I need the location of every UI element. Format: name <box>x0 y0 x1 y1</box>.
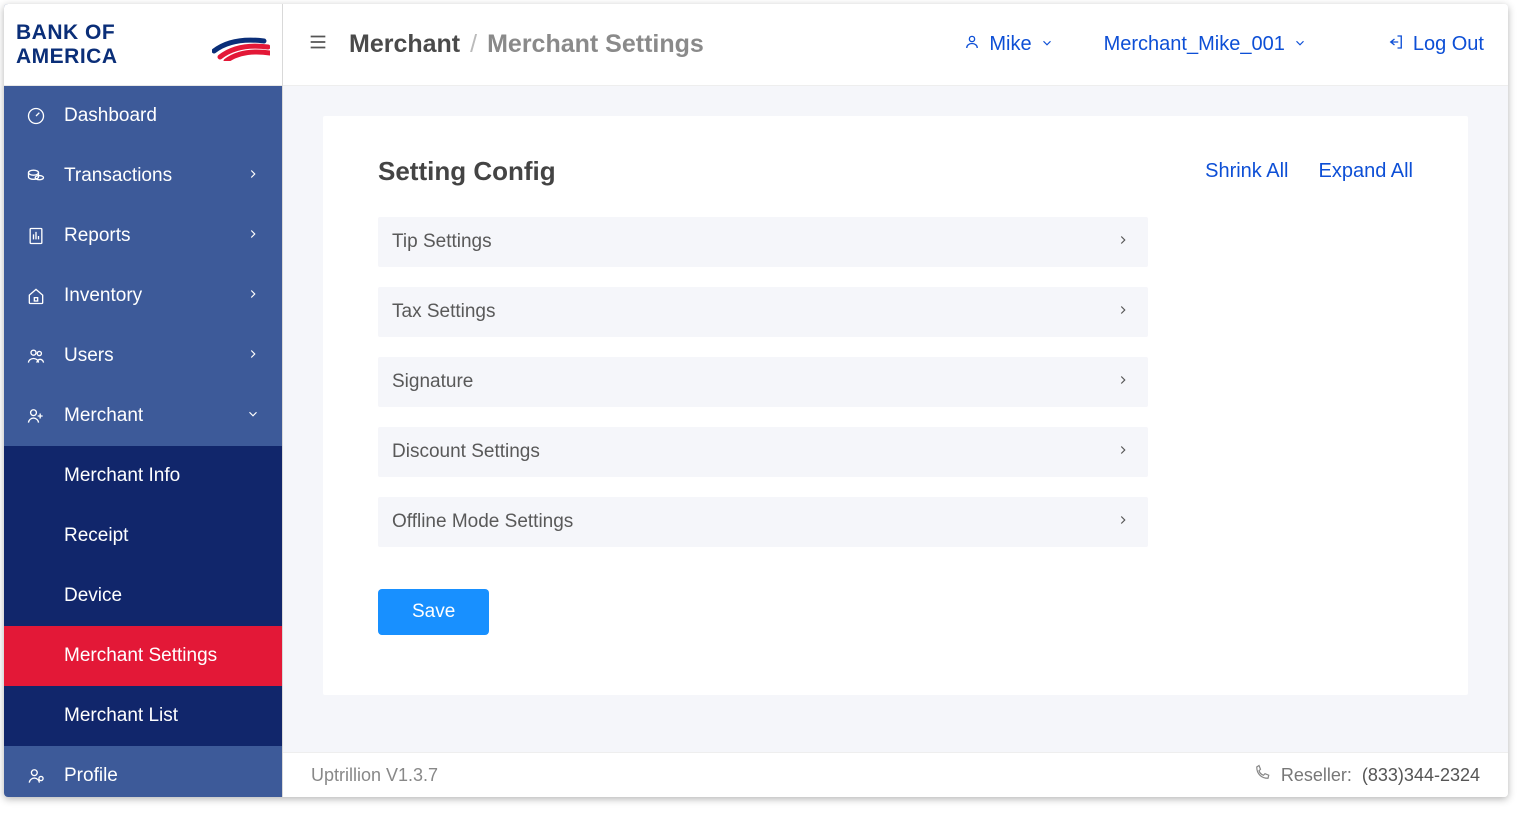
breadcrumb-root[interactable]: Merchant <box>349 30 460 59</box>
sidebar-subitem-label: Merchant List <box>64 705 178 727</box>
card-header: Setting Config Shrink All Expand All <box>378 156 1413 187</box>
sidebar-subitem-device[interactable]: Device <box>4 566 282 626</box>
breadcrumb-current: Merchant Settings <box>487 30 704 59</box>
app-root: BANK OF AMERICA Dashboard T <box>4 4 1508 797</box>
user-menu[interactable]: Mike <box>963 33 1053 57</box>
sidebar-subitem-receipt[interactable]: Receipt <box>4 506 282 566</box>
footer: Uptrillion V1.3.7 Reseller: (833)344-232… <box>283 752 1508 797</box>
sidebar-item-label: Merchant <box>64 405 228 427</box>
panel-offline-mode-settings[interactable]: Offline Mode Settings <box>378 497 1148 547</box>
expand-all-button[interactable]: Expand All <box>1318 160 1413 183</box>
sidebar-subitem-merchant-info[interactable]: Merchant Info <box>4 446 282 506</box>
brand-flag-icon <box>212 29 270 61</box>
panel-discount-settings[interactable]: Discount Settings <box>378 427 1148 477</box>
chevron-right-icon <box>246 225 260 247</box>
report-icon <box>26 226 46 246</box>
logout-link[interactable]: Log Out <box>1387 33 1484 57</box>
sidebar-item-label: Inventory <box>64 285 228 307</box>
chevron-down-icon <box>246 405 260 427</box>
menu-toggle-icon[interactable] <box>307 31 329 58</box>
chevron-down-icon <box>1040 33 1054 56</box>
chevron-down-icon <box>1293 33 1307 56</box>
sidebar-subitem-label: Merchant Info <box>64 465 180 487</box>
sidebar-item-transactions[interactable]: Transactions <box>4 146 282 206</box>
chevron-right-icon <box>1116 441 1130 463</box>
merchant-icon <box>26 406 46 426</box>
brand-logo: BANK OF AMERICA <box>4 4 282 86</box>
reseller-label: Reseller: <box>1281 765 1352 786</box>
sidebar-item-label: Transactions <box>64 165 228 187</box>
sidebar: BANK OF AMERICA Dashboard T <box>4 4 283 797</box>
sidebar-submenu-merchant: Merchant Info Receipt Device Merchant Se… <box>4 446 282 746</box>
panel-label: Tax Settings <box>392 301 1116 323</box>
logout-icon <box>1387 33 1405 57</box>
panel-label: Offline Mode Settings <box>392 511 1116 533</box>
profile-icon <box>26 766 46 786</box>
sidebar-item-label: Profile <box>64 765 260 787</box>
sidebar-item-reports[interactable]: Reports <box>4 206 282 266</box>
house-icon <box>26 286 46 306</box>
sidebar-item-profile[interactable]: Profile <box>4 746 282 797</box>
settings-card: Setting Config Shrink All Expand All Tip… <box>323 116 1468 695</box>
brand-name: BANK OF AMERICA <box>16 21 206 69</box>
sidebar-item-dashboard[interactable]: Dashboard <box>4 86 282 146</box>
topbar: Merchant / Merchant Settings Mike Mercha… <box>283 4 1508 86</box>
chevron-right-icon <box>1116 511 1130 533</box>
merchant-id-label: Merchant_Mike_001 <box>1104 33 1285 56</box>
sidebar-subitem-label: Receipt <box>64 525 128 547</box>
sidebar-subitem-label: Device <box>64 585 122 607</box>
sidebar-item-inventory[interactable]: Inventory <box>4 266 282 326</box>
settings-panels: Tip Settings Tax Settings Signature Disc… <box>378 217 1148 635</box>
chevron-right-icon <box>1116 231 1130 253</box>
card-title: Setting Config <box>378 156 1175 187</box>
panel-label: Discount Settings <box>392 441 1116 463</box>
sidebar-item-label: Dashboard <box>64 105 260 127</box>
sidebar-subitem-merchant-settings[interactable]: Merchant Settings <box>4 626 282 686</box>
gauge-icon <box>26 106 46 126</box>
sidebar-item-label: Reports <box>64 225 228 247</box>
sidebar-subitem-label: Merchant Settings <box>64 645 217 667</box>
panel-label: Tip Settings <box>392 231 1116 253</box>
chevron-right-icon <box>246 285 260 307</box>
chevron-right-icon <box>1116 371 1130 393</box>
sidebar-subitem-merchant-list[interactable]: Merchant List <box>4 686 282 746</box>
sidebar-nav: Dashboard Transactions Reports <box>4 86 282 797</box>
logout-label: Log Out <box>1413 33 1484 56</box>
save-button[interactable]: Save <box>378 589 489 635</box>
chevron-right-icon <box>1116 301 1130 323</box>
phone-icon <box>1253 764 1271 787</box>
breadcrumb-separator: / <box>470 30 477 59</box>
coins-icon <box>26 166 46 186</box>
reseller-info: Reseller: (833)344-2324 <box>1253 764 1480 787</box>
chevron-right-icon <box>246 165 260 187</box>
users-icon <box>26 346 46 366</box>
chevron-right-icon <box>246 345 260 367</box>
shrink-all-button[interactable]: Shrink All <box>1205 160 1288 183</box>
panel-tax-settings[interactable]: Tax Settings <box>378 287 1148 337</box>
user-icon <box>963 33 981 57</box>
breadcrumb: Merchant / Merchant Settings <box>349 30 704 59</box>
content: Setting Config Shrink All Expand All Tip… <box>283 86 1508 752</box>
user-name-label: Mike <box>989 33 1031 56</box>
sidebar-item-users[interactable]: Users <box>4 326 282 386</box>
merchant-id-menu[interactable]: Merchant_Mike_001 <box>1104 33 1307 56</box>
reseller-phone: (833)344-2324 <box>1362 765 1480 786</box>
panel-signature[interactable]: Signature <box>378 357 1148 407</box>
panel-label: Signature <box>392 371 1116 393</box>
panel-tip-settings[interactable]: Tip Settings <box>378 217 1148 267</box>
sidebar-item-label: Users <box>64 345 228 367</box>
main-area: Merchant / Merchant Settings Mike Mercha… <box>283 4 1508 797</box>
version-label: Uptrillion V1.3.7 <box>311 765 438 786</box>
sidebar-item-merchant[interactable]: Merchant <box>4 386 282 446</box>
